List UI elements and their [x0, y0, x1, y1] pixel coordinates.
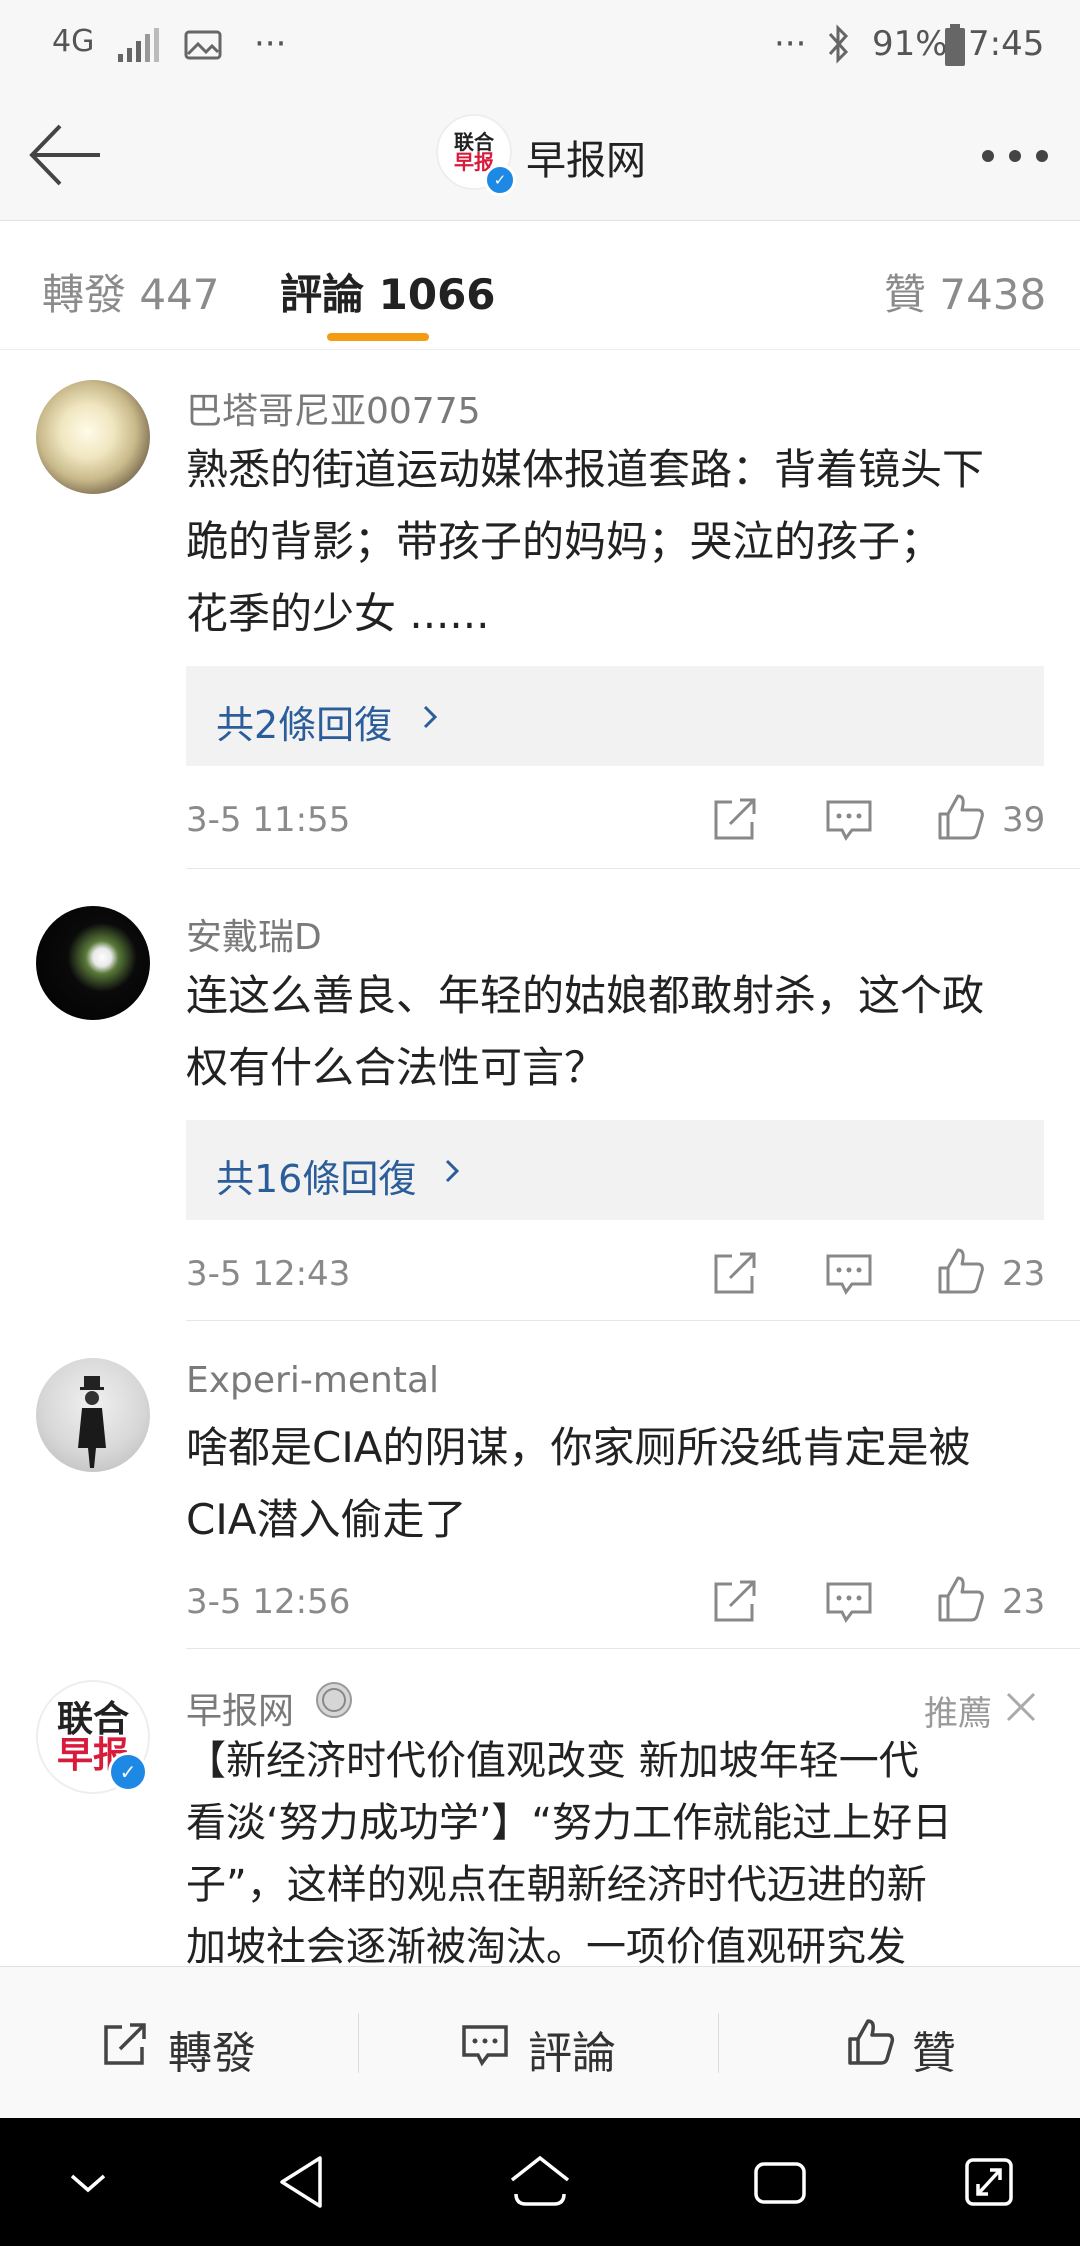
comment-icon[interactable]: [824, 794, 874, 844]
header-title: 早报网: [526, 138, 646, 184]
recents-nav-icon[interactable]: [752, 2158, 808, 2208]
commenter-name[interactable]: 巴塔哥尼亚00775: [186, 382, 481, 434]
chevron-right-icon: [423, 705, 438, 729]
like-button[interactable]: 贊: [912, 2017, 956, 2081]
recommend-label: 推薦: [924, 1694, 992, 1734]
network-type: 4G: [52, 24, 95, 59]
back-nav-icon[interactable]: [276, 2154, 326, 2210]
commenter-name[interactable]: 早报网: [186, 1682, 294, 1734]
more-options-icon[interactable]: [980, 148, 1050, 164]
comment-line: 【新经济时代价值观改变 新加坡年轻一代: [186, 1738, 919, 1784]
comment-icon[interactable]: [460, 2019, 510, 2069]
home-nav-icon[interactable]: [508, 2154, 572, 2210]
repost-icon[interactable]: [100, 2019, 150, 2069]
replies-label: 共16條回復: [216, 1157, 417, 1201]
divider: [186, 1320, 1080, 1321]
close-icon[interactable]: [1004, 1690, 1038, 1724]
comment-line: 连这么善良、年轻的姑娘都敢射杀，这个政: [186, 971, 985, 1020]
image-icon: [184, 30, 222, 60]
like-count: 39: [1002, 800, 1046, 840]
commenter-avatar[interactable]: [36, 906, 150, 1020]
expand-icon[interactable]: [964, 2154, 1014, 2210]
like-icon[interactable]: [846, 2017, 896, 2067]
comment-line: 熟悉的街道运动媒体报道套路：背着镜头下: [186, 445, 985, 494]
like-count: 23: [1002, 1254, 1046, 1294]
view-replies-button[interactable]: 共2條回復: [186, 666, 1044, 766]
divider: [186, 1648, 1080, 1649]
comment-time: 3-5 12:43: [186, 1254, 351, 1294]
comment-line: CIA潜入偷走了: [186, 1495, 467, 1544]
view-replies-button[interactable]: 共16條回復: [186, 1120, 1044, 1220]
verified-badge-icon: ✓: [108, 1752, 148, 1792]
like-count: 23: [1002, 1582, 1046, 1622]
chevron-down-icon[interactable]: [66, 2168, 110, 2198]
comment-text: 连这么善良、年轻的姑娘都敢射杀，这个政 权有什么合法性可言？: [186, 960, 1080, 1104]
clock: 7:45: [968, 24, 1045, 64]
commenter-name[interactable]: 安戴瑞D: [186, 908, 322, 960]
verified-badge-icon: ✓: [484, 164, 516, 196]
like-icon[interactable]: [936, 792, 986, 842]
app-header: 联合 早报 ✓ 早报网: [0, 92, 1080, 221]
comment-line: 啥都是CIA的阴谋，你家厕所没纸肯定是被: [186, 1423, 971, 1472]
logo-line1: 联合: [454, 130, 494, 154]
logo-line1: 联合: [56, 1698, 129, 1740]
tab-reposts[interactable]: 轉發 447: [42, 261, 220, 322]
comment-text: 啥都是CIA的阴谋，你家厕所没纸肯定是被 CIA潜入偷走了: [186, 1412, 1080, 1556]
comment-icon[interactable]: [824, 1576, 874, 1626]
battery-icon: [945, 24, 965, 66]
comment-line: 看淡‘努力成功学’】“努力工作就能过上好日: [186, 1800, 953, 1846]
comment-line: 跪的背影；带孩子的妈妈；哭泣的孩子；: [186, 517, 943, 566]
silhouette-icon: [78, 1376, 106, 1468]
medal-icon: [316, 1682, 352, 1718]
repost-button[interactable]: 轉發: [168, 2017, 256, 2081]
status-bar: 4G ··· ··· 91% 7:45: [0, 0, 1080, 92]
share-icon[interactable]: [710, 1576, 760, 1626]
like-icon[interactable]: [936, 1246, 986, 1296]
separator: [358, 2013, 359, 2073]
comment-text: 熟悉的街道运动媒体报道套路：背着镜头下 跪的背影；带孩子的妈妈；哭泣的孩子； 花…: [186, 434, 1080, 650]
bluetooth-icon: [828, 24, 849, 64]
like-icon[interactable]: [936, 1574, 986, 1624]
comment-time: 3-5 12:56: [186, 1582, 351, 1622]
more-status-icon: ···: [774, 24, 807, 64]
comment-line: 子”，这样的观点在朝新经济时代迈进的新: [186, 1862, 927, 1908]
signal-icon: [118, 28, 159, 62]
active-tab-indicator: [327, 333, 429, 341]
divider: [186, 868, 1080, 869]
battery-percent: 91%: [872, 24, 948, 64]
comment-time: 3-5 11:55: [186, 800, 351, 840]
tab-bar: 轉發 447 評論 1066 贊 7438: [0, 221, 1080, 350]
back-arrow-icon[interactable]: [28, 122, 104, 188]
comment-line: 花季的少女 ......: [186, 589, 490, 638]
share-icon[interactable]: [710, 794, 760, 844]
chevron-right-icon: [445, 1159, 460, 1183]
commenter-avatar[interactable]: [36, 380, 150, 494]
comment-icon[interactable]: [824, 1248, 874, 1298]
separator: [718, 2013, 719, 2073]
commenter-avatar[interactable]: [36, 1358, 150, 1472]
comment-button[interactable]: 評論: [528, 2017, 616, 2081]
share-icon[interactable]: [710, 1248, 760, 1298]
comment-text: 【新经济时代价值观改变 新加坡年轻一代 看淡‘努力成功学’】“努力工作就能过上好…: [186, 1730, 1046, 1978]
tab-likes[interactable]: 贊 7438: [884, 261, 1046, 322]
replies-label: 共2條回復: [216, 703, 393, 747]
more-notifications-icon: ···: [254, 24, 287, 64]
commenter-name[interactable]: Experi-mental: [186, 1360, 439, 1401]
tab-comments[interactable]: 評論 1066: [280, 261, 496, 322]
system-nav-bar: [0, 2118, 1080, 2246]
comment-line: 权有什么合法性可言？: [186, 1043, 607, 1092]
bottom-action-bar: 轉發 評論 贊: [0, 1966, 1080, 2119]
